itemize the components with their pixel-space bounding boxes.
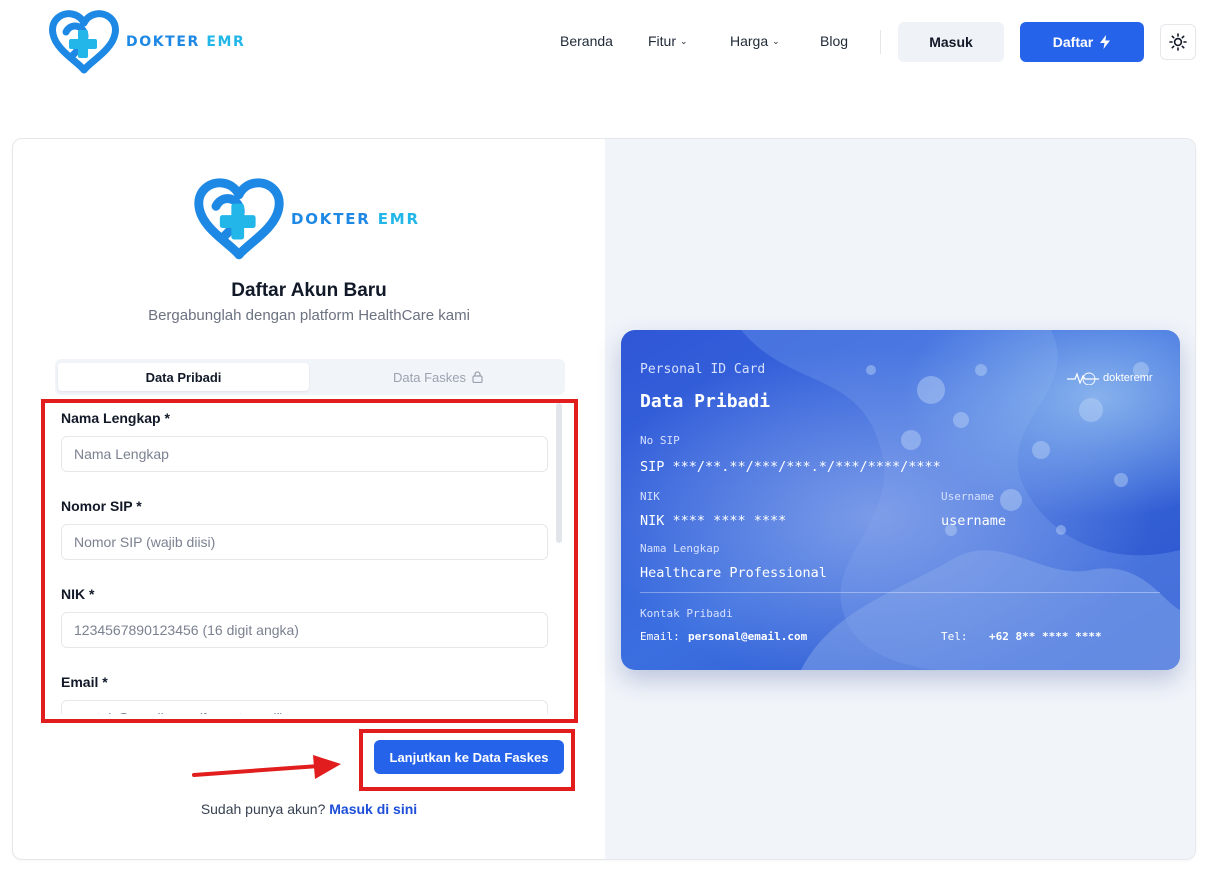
card-divider bbox=[640, 592, 1160, 593]
top-navbar: DOKTER EMR Beranda Fitur ⌄ Harga ⌄ Blog Ma… bbox=[0, 0, 1232, 86]
nav-link-fitur[interactable]: Fitur ⌄ bbox=[648, 33, 688, 49]
heart-cross-logo-icon bbox=[49, 10, 119, 74]
tab-data-faskes[interactable]: Data Faskes bbox=[313, 363, 563, 391]
brand-logo[interactable]: DOKTER EMR bbox=[48, 10, 245, 74]
page-subtitle: Bergabunglah dengan platform HealthCare … bbox=[148, 307, 470, 324]
full-name-input[interactable] bbox=[61, 436, 548, 472]
login-prompt-text: Sudah punya akun? bbox=[200, 801, 326, 817]
name-card-label: Nama Lengkap bbox=[640, 542, 720, 555]
nav-link-harga[interactable]: Harga ⌄ bbox=[730, 33, 780, 49]
chevron-down-icon: ⌄ bbox=[772, 36, 780, 46]
email-card-value: personal@email.com bbox=[688, 630, 808, 643]
tel-card-value: +62 8** **** **** bbox=[989, 630, 1102, 643]
nav-link-blog[interactable]: Blog bbox=[820, 33, 848, 49]
form-brand-name: DOKTER EMR bbox=[291, 210, 420, 228]
annotation-arrow-icon bbox=[192, 755, 341, 779]
username-label: Username bbox=[941, 490, 994, 503]
form-brand-logo: DOKTER EMR bbox=[193, 177, 420, 261]
nav-link-beranda[interactable]: Beranda bbox=[560, 33, 613, 49]
nik-input[interactable] bbox=[61, 612, 548, 648]
nik-card-value: NIK **** **** **** bbox=[640, 513, 787, 529]
card-logo-text: dokteremr bbox=[1103, 372, 1153, 384]
username-value: username bbox=[941, 513, 1007, 529]
heart-cross-logo-icon bbox=[194, 178, 284, 260]
login-button[interactable]: Masuk bbox=[898, 22, 1004, 62]
nav-link-fitur-label: Fitur bbox=[648, 33, 676, 49]
page-title: Daftar Akun Baru bbox=[231, 280, 387, 301]
theme-toggle-button[interactable] bbox=[1160, 24, 1196, 60]
heartbeat-icon bbox=[1067, 372, 1099, 385]
login-link[interactable]: Masuk di sini bbox=[329, 801, 417, 817]
full-name-label: Nama Lengkap * bbox=[61, 410, 170, 426]
nik-card-label: NIK bbox=[640, 490, 660, 503]
email-card-label: Email: bbox=[640, 630, 680, 643]
nav-divider bbox=[880, 30, 881, 54]
personal-id-card: Personal ID Card Data Pribadi dokteremr … bbox=[621, 330, 1180, 670]
form-tabs: Data Pribadi Data Faskes bbox=[55, 359, 565, 395]
sip-label: No SIP bbox=[640, 434, 680, 447]
lock-icon bbox=[472, 371, 483, 383]
login-prompt: Sudah punya akun? Masuk di sini bbox=[13, 801, 605, 817]
nav-link-harga-label: Harga bbox=[730, 33, 769, 49]
nik-label: NIK * bbox=[61, 586, 95, 602]
register-card: DOKTER EMR Daftar Akun Baru Bergabunglah… bbox=[12, 138, 1196, 860]
email-label: Email * bbox=[61, 674, 108, 690]
id-card-preview-pane: Personal ID Card Data Pribadi dokteremr … bbox=[605, 139, 1195, 859]
chevron-down-icon: ⌄ bbox=[680, 36, 688, 46]
personal-data-fields[interactable]: Nama Lengkap * Nomor SIP * NIK * Email * bbox=[61, 404, 561, 714]
register-button[interactable]: Daftar bbox=[1020, 22, 1144, 62]
register-button-label: Daftar bbox=[1052, 34, 1094, 50]
sip-number-input[interactable] bbox=[61, 524, 548, 560]
fields-scrollbar[interactable] bbox=[556, 403, 562, 543]
tab-data-faskes-label: Data Faskes bbox=[393, 369, 466, 385]
name-card-value: Healthcare Professional bbox=[640, 565, 827, 581]
contact-label: Kontak Pribadi bbox=[640, 607, 733, 620]
lightning-icon bbox=[1100, 35, 1111, 49]
continue-to-faskes-button[interactable]: Lanjutkan ke Data Faskes bbox=[374, 740, 564, 774]
email-input[interactable] bbox=[61, 700, 548, 714]
card-title: Data Pribadi bbox=[640, 391, 771, 412]
card-logo: dokteremr bbox=[1067, 371, 1153, 385]
sun-icon bbox=[1169, 33, 1187, 51]
tab-data-pribadi[interactable]: Data Pribadi bbox=[58, 363, 309, 391]
brand-name: DOKTER EMR bbox=[126, 34, 246, 50]
card-header: Personal ID Card bbox=[640, 362, 766, 377]
tel-card-label: Tel: bbox=[941, 630, 968, 643]
sip-number-label: Nomor SIP * bbox=[61, 498, 142, 514]
sip-value: SIP ***/**.**/***/***.*/***/****/**** bbox=[640, 459, 941, 475]
